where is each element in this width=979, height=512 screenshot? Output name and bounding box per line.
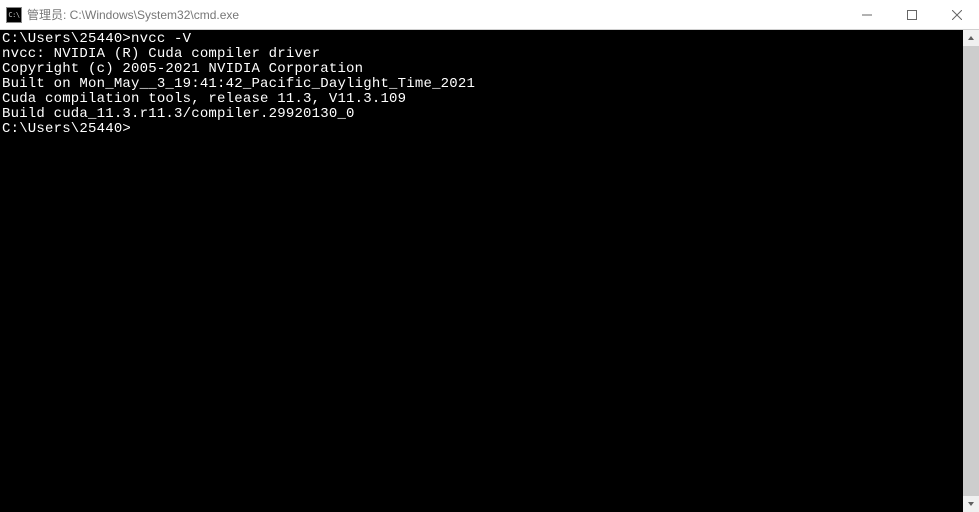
terminal-line: Copyright (c) 2005-2021 NVIDIA Corporati… bbox=[2, 62, 979, 77]
window-title: 管理员: C:\Windows\System32\cmd.exe bbox=[27, 6, 844, 23]
close-button[interactable] bbox=[934, 0, 979, 29]
scroll-up-button[interactable] bbox=[963, 30, 979, 46]
window-controls bbox=[844, 0, 979, 29]
scrollbar-thumb[interactable] bbox=[963, 46, 979, 496]
vertical-scrollbar[interactable] bbox=[963, 30, 979, 512]
scrollbar-track[interactable] bbox=[963, 46, 979, 496]
maximize-icon bbox=[907, 10, 917, 20]
scroll-down-button[interactable] bbox=[963, 496, 979, 512]
minimize-icon bbox=[862, 10, 872, 20]
close-icon bbox=[952, 10, 962, 20]
chevron-up-icon bbox=[967, 34, 975, 42]
titlebar[interactable]: C:\ 管理员: C:\Windows\System32\cmd.exe bbox=[0, 0, 979, 30]
terminal-container: C:\Users\25440>nvcc -Vnvcc: NVIDIA (R) C… bbox=[0, 30, 979, 512]
minimize-button[interactable] bbox=[844, 0, 889, 29]
chevron-down-icon bbox=[967, 500, 975, 508]
terminal-line: C:\Users\25440> bbox=[2, 122, 979, 137]
maximize-button[interactable] bbox=[889, 0, 934, 29]
terminal-line: nvcc: NVIDIA (R) Cuda compiler driver bbox=[2, 47, 979, 62]
cmd-icon-text: C:\ bbox=[8, 11, 19, 19]
terminal-line: Build cuda_11.3.r11.3/compiler.29920130_… bbox=[2, 107, 979, 122]
terminal-output[interactable]: C:\Users\25440>nvcc -Vnvcc: NVIDIA (R) C… bbox=[0, 30, 979, 512]
cmd-icon: C:\ bbox=[6, 7, 22, 23]
terminal-line: C:\Users\25440>nvcc -V bbox=[2, 32, 979, 47]
terminal-line: Built on Mon_May__3_19:41:42_Pacific_Day… bbox=[2, 77, 979, 92]
terminal-line: Cuda compilation tools, release 11.3, V1… bbox=[2, 92, 979, 107]
